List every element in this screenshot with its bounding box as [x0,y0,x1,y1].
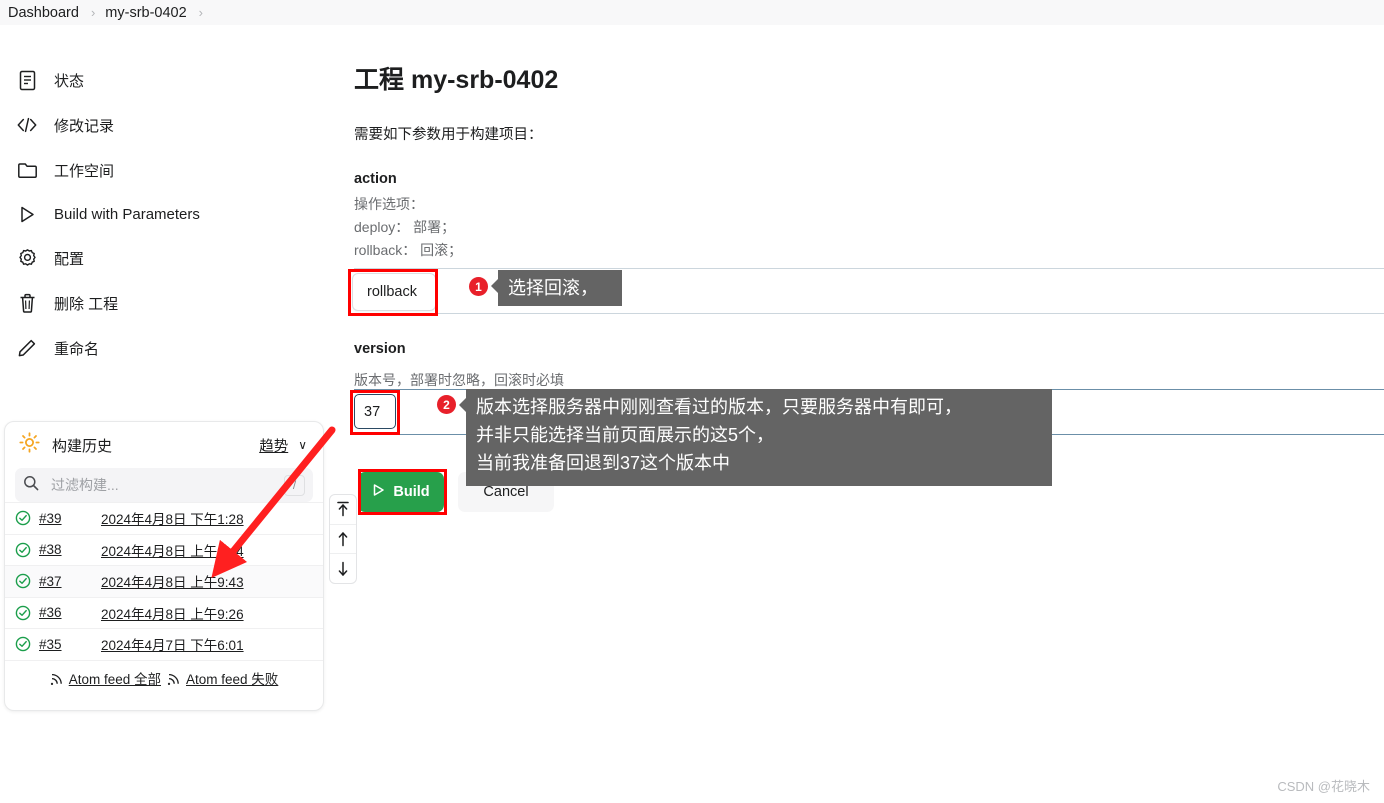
sidebar-item-workspace[interactable]: 工作空间 [8,152,308,188]
sidebar-item-rename[interactable]: 重命名 [8,330,308,366]
success-check-icon [15,510,31,526]
search-icon [23,475,39,496]
build-number-link[interactable]: #39 [39,511,101,526]
build-timestamp-link[interactable]: 2024年4月8日 上午9:43 [101,571,244,591]
success-check-icon [15,542,31,558]
page-title-prefix: 工程 [354,66,405,94]
trend-link[interactable]: 趋势 [259,435,288,456]
atom-feed-links: Atom feed 全部 Atom feed 失败 [5,659,323,696]
build-timestamp-link[interactable]: 2024年4月8日 下午1:28 [101,508,244,528]
sidebar-item-label: 状态 [54,72,85,90]
rss-icon [50,673,62,685]
param-description-action: 操作选项： deploy： 部署； rollback： 回滚； [354,196,463,258]
success-check-icon [15,573,31,589]
breadcrumb-item-project[interactable]: my-srb-0402 [105,5,186,21]
build-number-link[interactable]: #38 [39,542,101,557]
atom-feed-failed-label: Atom feed 失败 [186,672,279,687]
build-history-row[interactable]: #36 2024年4月8日 上午9:26 [5,596,323,629]
page-title: 工程 my-srb-0402 [354,60,558,96]
build-filter-container[interactable]: / [15,468,313,502]
annotation-badge-1: 1 [469,277,488,296]
success-check-icon [15,605,31,621]
sidebar-item-label: 修改记录 [54,117,115,135]
atom-feed-failed-link[interactable]: Atom feed 失败 [167,668,278,688]
atom-feed-all-label: Atom feed 全部 [68,672,161,687]
sidebar-item-label: 配置 [54,250,85,268]
breadcrumb-separator-icon: › [90,5,96,20]
sidebar-item-label: 工作空间 [54,162,115,180]
atom-feed-all-link[interactable]: Atom feed 全部 [50,668,161,688]
slash-hotkey-hint: / [284,474,305,496]
build-history-row[interactable]: #38 2024年4月8日 上午9:44 [5,533,323,566]
sidebar-item-configure[interactable]: 配置 [8,240,308,276]
arrow-up-icon [338,532,348,547]
build-history-header: 构建历史 趋势 ∨ [5,422,323,468]
parameters-intro: 需要如下参数用于构建项目： [354,127,543,143]
annotation-callout-1: 选择回滚， [491,270,622,306]
action-select-value: rollback [367,284,417,300]
build-button-label: Build [393,484,430,500]
build-history-panel: 构建历史 趋势 ∨ / #392024年4月8日 下午1:28#382024年4… [4,421,324,711]
breadcrumb-item-dashboard[interactable]: Dashboard [8,5,79,21]
scroll-down-button[interactable] [330,554,356,583]
build-number-link[interactable]: #36 [39,605,101,620]
play-icon [16,203,38,225]
play-icon [372,483,385,501]
param-label-version: version [354,341,406,357]
sun-icon [19,432,40,458]
sidebar-item-delete-project[interactable]: 删除 工程 [8,285,308,321]
breadcrumb-separator-icon: › [198,5,204,20]
chevron-down-icon[interactable]: ∨ [298,438,307,452]
build-history-title: 构建历史 [52,437,113,455]
build-timestamp-link[interactable]: 2024年4月8日 上午9:26 [101,603,244,623]
build-timestamp-link[interactable]: 2024年4月8日 上午9:44 [101,540,244,560]
code-icon [16,114,38,136]
action-select[interactable]: rollback [352,273,436,311]
jump-top-icon [337,502,349,517]
annotation-callout-2: 版本选择服务器中刚刚查看过的版本，只要服务器中有即可， 并非只能选择当前页面展示… [459,389,1052,486]
build-button[interactable]: Build [358,472,444,512]
folder-icon [16,159,38,181]
jump-top-button[interactable] [330,495,356,525]
build-number-link[interactable]: #35 [39,637,101,652]
sidebar-item-label: Build with Parameters [54,205,200,223]
sidebar-item-changes[interactable]: 修改记录 [8,107,308,143]
arrow-down-icon [338,561,348,576]
build-history-row[interactable]: #35 2024年4月7日 下午6:01 [5,628,323,660]
gear-icon [16,247,38,269]
breadcrumb: Dashboard › my-srb-0402 › [0,0,1384,25]
watermark: CSDN @花晓木 [1277,779,1370,794]
build-history-row[interactable]: #37 2024年4月8日 上午9:43 [5,565,323,597]
param-label-action: action [354,171,397,187]
search-input[interactable] [49,476,284,494]
sidebar-item-status[interactable]: 状态 [8,62,308,98]
build-number-link[interactable]: #37 [39,574,101,589]
build-timestamp-link[interactable]: 2024年4月7日 下午6:01 [101,634,244,654]
annotation-badge-2: 2 [437,395,456,414]
sidebar-item-build-with-parameters[interactable]: Build with Parameters [8,196,308,232]
document-icon [16,69,38,91]
scroll-navigation-rail [329,494,357,584]
sidebar: 状态 修改记录 工作空间 Build with Parameters 配置 删除… [0,25,330,803]
sidebar-item-label: 删除 工程 [54,295,119,313]
build-history-list: #39 2024年4月8日 下午1:28 #38 2024年4月8日 上午9:44 #3… [5,502,323,660]
build-history-row[interactable]: #39 2024年4月8日 下午1:28 [5,502,323,534]
rss-icon [167,673,179,685]
page-title-project: my-srb-0402 [410,66,559,94]
sidebar-item-label: 重命名 [54,340,100,358]
trash-icon [16,292,38,314]
success-check-icon [15,636,31,652]
pencil-icon [16,337,38,359]
version-input[interactable] [354,394,396,429]
scroll-up-button[interactable] [330,525,356,555]
